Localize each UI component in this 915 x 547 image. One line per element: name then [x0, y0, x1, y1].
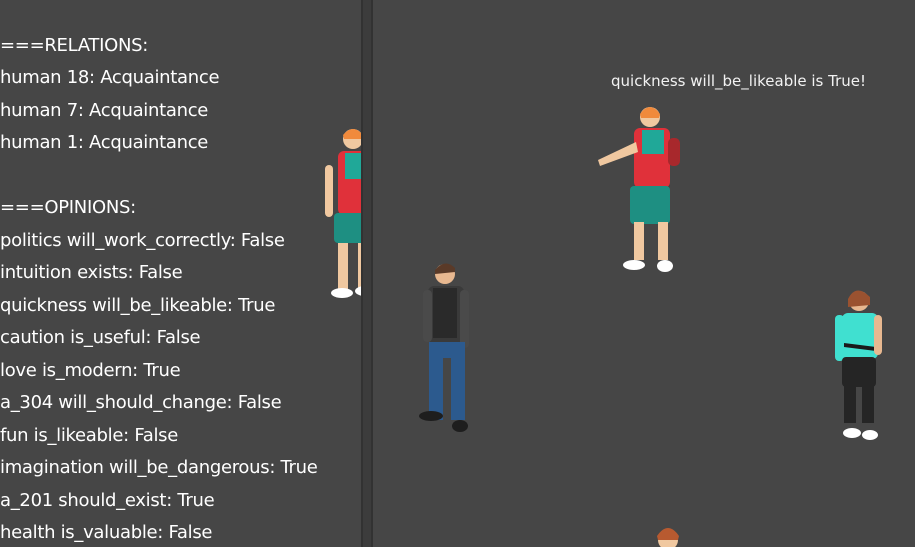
opinion-item: politics will_work_correctly: False — [0, 230, 285, 251]
character-red-shirt-partial[interactable] — [320, 125, 361, 305]
character-bottom-partial[interactable] — [650, 522, 686, 547]
scrollbar-thumb[interactable] — [363, 0, 371, 547]
opinion-item: fun is_likeable: False — [0, 425, 179, 446]
opinion-item: intuition exists: False — [0, 262, 183, 283]
relation-item: human 1: Acquaintance — [0, 132, 209, 153]
opinion-item: a_201 should_exist: True — [0, 490, 215, 511]
relation-item: human 18: Acquaintance — [0, 67, 220, 88]
character-dark-vest[interactable] — [415, 258, 475, 436]
opinion-item: a_304 will_should_change: False — [0, 392, 282, 413]
character-red-shirt[interactable] — [592, 102, 687, 282]
opinion-item: quickness will_be_likeable: True — [0, 295, 276, 316]
character-teal-shirt[interactable] — [830, 285, 890, 445]
opinions-header: ===OPINIONS: — [0, 197, 136, 218]
opinion-item: health is_valuable: False — [0, 522, 213, 543]
opinion-item: caution is_useful: False — [0, 327, 201, 348]
info-panel: ===RELATIONS: human 18: Acquaintance hum… — [0, 0, 361, 547]
opinion-item: imagination will_be_dangerous: True — [0, 457, 318, 478]
speech-bubble: quickness will_be_likeable is True! — [611, 72, 866, 90]
relations-header: ===RELATIONS: — [0, 35, 149, 56]
relation-item: human 7: Acquaintance — [0, 100, 209, 121]
opinion-item: love is_modern: True — [0, 360, 181, 381]
